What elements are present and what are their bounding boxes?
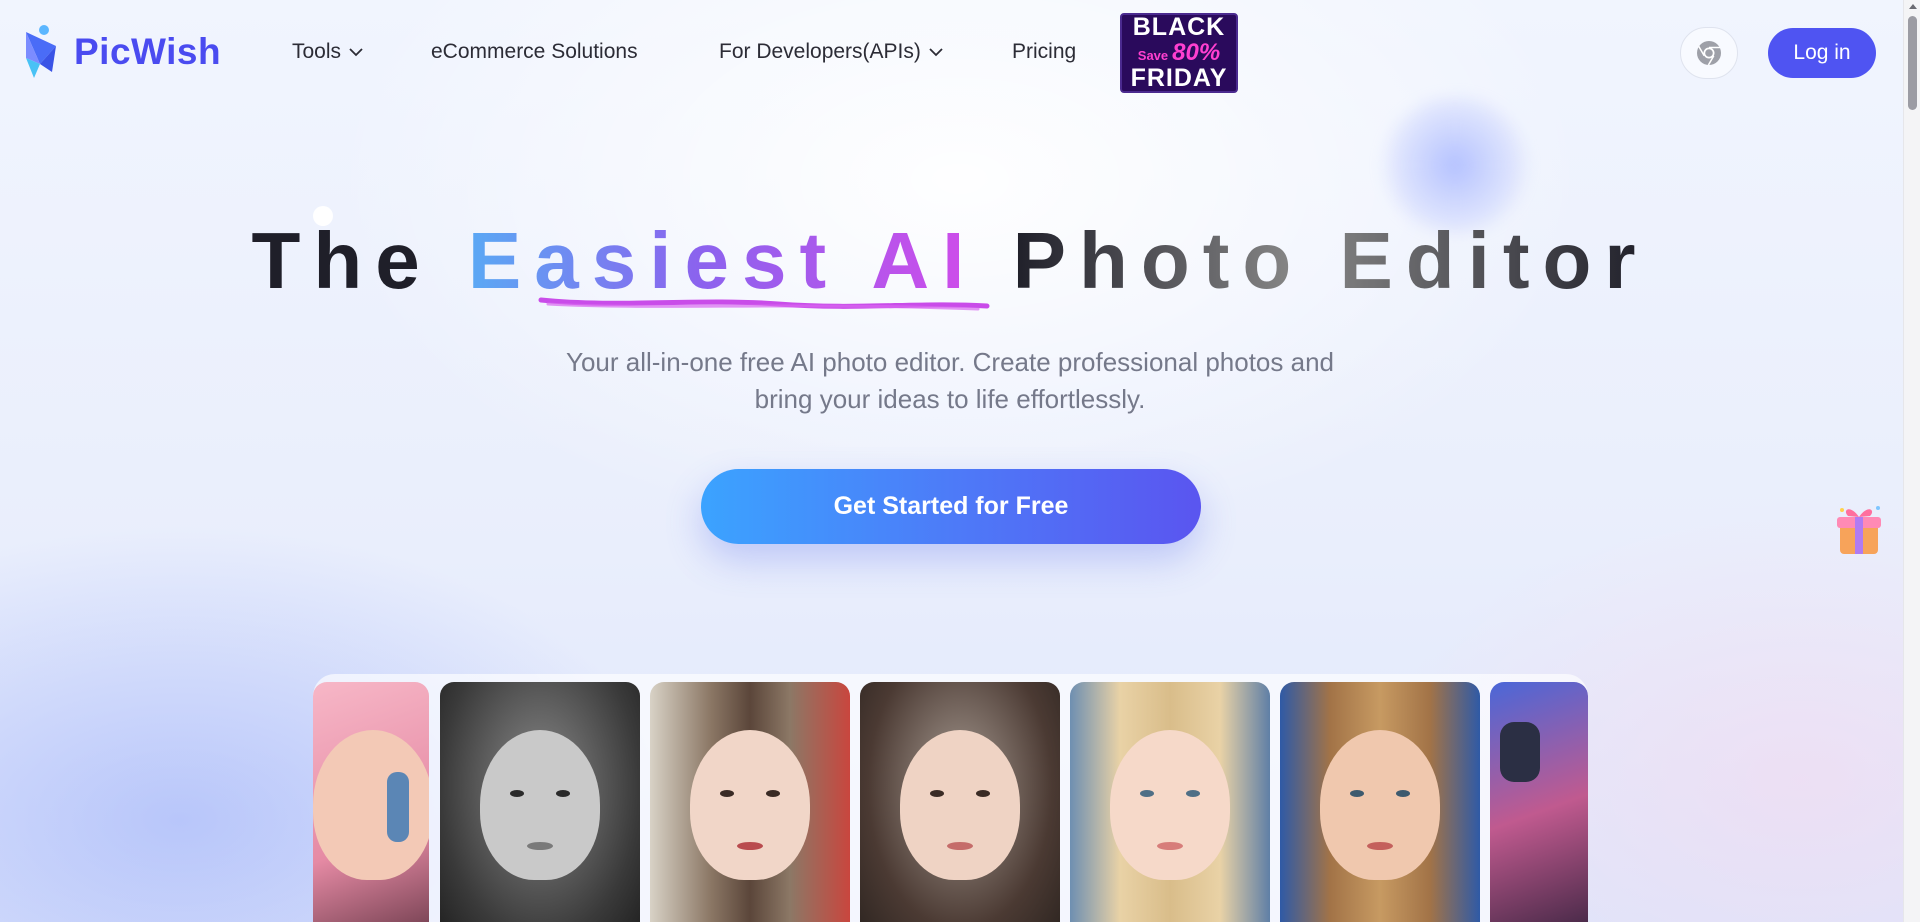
gallery-card-6[interactable] — [1280, 682, 1480, 922]
gallery-card-4[interactable] — [860, 682, 1060, 922]
login-button[interactable]: Log in — [1768, 28, 1876, 78]
promo-line1: BLACK — [1132, 13, 1226, 41]
hero-title-part2: Photo Editor — [1012, 216, 1649, 305]
example-gallery — [313, 674, 1588, 922]
chrome-icon — [1697, 41, 1721, 66]
nav-pricing[interactable]: Pricing — [1012, 40, 1076, 64]
picwish-logo-icon — [26, 25, 56, 78]
gift-icon — [1837, 506, 1881, 554]
hero-title-part1: The — [251, 216, 433, 305]
gallery-card-2[interactable] — [440, 682, 640, 922]
nav-developers-label: For Developers(APIs) — [719, 40, 921, 63]
hero-subtitle: Your all-in-one free AI photo editor. Cr… — [510, 344, 1390, 418]
scroll-up-arrow-icon[interactable] — [1909, 4, 1917, 9]
black-friday-banner[interactable]: BLACK Save 80% FRIDAY — [1120, 13, 1238, 93]
highlight-underline — [538, 297, 990, 311]
hero-subtitle-line1: Your all-in-one free AI photo editor. Cr… — [566, 347, 1334, 377]
brand-logo[interactable]: PicWish — [22, 24, 221, 80]
gallery-card-7[interactable] — [1490, 682, 1588, 922]
gift-widget[interactable] — [1832, 500, 1886, 558]
nav-ecommerce[interactable]: eCommerce Solutions — [431, 40, 638, 64]
nav-tools-label: Tools — [292, 40, 342, 63]
gallery-card-5[interactable] — [1070, 682, 1270, 922]
page-scrollbar[interactable] — [1903, 0, 1920, 922]
promo-line3: FRIDAY — [1130, 64, 1228, 92]
promo-percent: 80% — [1172, 39, 1221, 66]
chevron-down-icon — [349, 48, 363, 57]
site-header: PicWish Tools eCommerce Solutions For De… — [0, 0, 1920, 106]
get-started-button[interactable]: Get Started for Free — [701, 469, 1201, 544]
gallery-card-3[interactable] — [650, 682, 850, 922]
decorative-blob — [1380, 95, 1530, 235]
nav-ecommerce-label: eCommerce Solutions — [431, 40, 638, 63]
nav-tools[interactable]: Tools — [292, 40, 363, 64]
hero-subtitle-line2: bring your ideas to life effortlessly. — [754, 384, 1146, 414]
nav-developers[interactable]: For Developers(APIs) — [719, 40, 943, 64]
gallery-card-1[interactable] — [313, 682, 429, 922]
promo-line2: Save 80% — [1138, 41, 1220, 65]
browser-extension-button[interactable] — [1680, 27, 1738, 79]
nav-pricing-label: Pricing — [1012, 40, 1077, 63]
chevron-down-icon — [929, 48, 943, 57]
promo-save: Save — [1137, 48, 1169, 63]
scrollbar-thumb[interactable] — [1908, 16, 1917, 110]
brand-name: PicWish — [74, 31, 222, 72]
